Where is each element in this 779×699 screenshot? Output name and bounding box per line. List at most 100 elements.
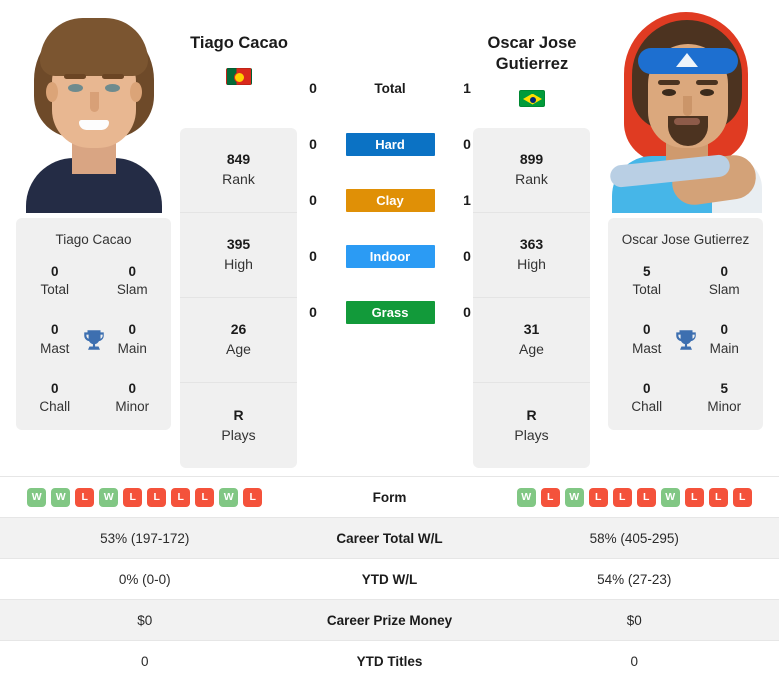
ytd-titles-label: YTD Titles — [356, 653, 423, 669]
left-player-titles-card: Tiago Cacao 0 Total 0 Slam 0 Mast 0 Main — [16, 218, 171, 431]
left-titles-grid: 0 Total 0 Slam 0 Mast 0 Main 0 Chall 0 M… — [16, 263, 171, 416]
form-badge-win: W — [660, 487, 680, 507]
right-stat-age: 31 Age — [473, 298, 590, 383]
left-stat-high: 395 High — [180, 213, 297, 298]
right-titles-chall-value: 0 — [642, 380, 651, 396]
h2h-hard-left: 0 — [309, 136, 317, 152]
right-age-value: 31 — [523, 321, 540, 338]
right-age-label: Age — [519, 341, 544, 357]
table-row: $0 Career Prize Money $0 — [0, 599, 779, 640]
right-plays-label: Plays — [514, 426, 549, 443]
left-plays-value: R — [233, 406, 244, 423]
left-age-label: Age — [226, 341, 251, 357]
left-high-value: 395 — [226, 236, 251, 253]
right-titles-slam-label: Slam — [708, 282, 740, 298]
player-comparison-page: Tiago Cacao Oscar Jose Gutierrez Tiago C… — [0, 0, 779, 699]
right-titles-chall: 0 Chall — [608, 380, 686, 416]
right-titles-minor-label: Minor — [707, 398, 742, 414]
h2h-clay-right: 1 — [463, 192, 471, 208]
career-total-wl-label: Career Total W/L — [336, 530, 443, 546]
right-rank-label: Rank — [515, 171, 548, 187]
brazil-flag-icon — [519, 90, 545, 107]
comparison-header: Tiago Cacao Oscar Jose Gutierrez Tiago C… — [0, 0, 779, 472]
h2h-total-label: Total — [374, 80, 406, 96]
h2h-indoor-right: 0 — [463, 248, 471, 264]
table-row: 0% (0-0) YTD W/L 54% (27-23) — [0, 558, 779, 599]
surface-badge-indoor[interactable]: Indoor — [345, 244, 435, 268]
portugal-flag-icon — [226, 68, 252, 85]
right-ytd-titles: 0 — [630, 653, 638, 669]
left-rank-value: 849 — [226, 151, 251, 168]
right-titles-total-value: 5 — [642, 263, 651, 279]
form-badge-loss: L — [540, 487, 560, 507]
right-high-label: High — [517, 256, 546, 272]
form-badge-loss: L — [612, 487, 632, 507]
form-badge-loss: L — [147, 487, 167, 507]
table-row-form: WWLWLLLLWL Form WLWLLLWLLL — [0, 476, 779, 517]
left-titles-minor-value: 0 — [128, 380, 136, 396]
right-titles-minor-value: 5 — [720, 380, 728, 396]
right-player-stats-card: 899 Rank 363 High 31 Age R Plays — [473, 128, 590, 468]
career-prize-money-label: Career Prize Money — [326, 612, 453, 628]
right-titles-total: 5 Total — [608, 263, 686, 299]
left-player-stats-card: 849 Rank 395 High 26 Age R Plays — [180, 128, 297, 468]
left-titles-slam: 0 Slam — [94, 263, 172, 299]
form-badge-win: W — [219, 487, 239, 507]
right-form-badges: WLWLLLWLLL — [516, 487, 752, 507]
h2h-grass-left: 0 — [309, 304, 317, 320]
h2h-hard-right: 0 — [463, 136, 471, 152]
left-high-label: High — [224, 256, 253, 272]
right-titles-chall-label: Chall — [631, 398, 663, 414]
surface-badge-clay[interactable]: Clay — [345, 188, 435, 212]
left-stat-age: 26 Age — [180, 298, 297, 383]
right-player-photo-column — [608, 8, 763, 213]
left-titles-total-value: 0 — [50, 263, 59, 279]
right-player-titles-card: Oscar Jose Gutierrez 5 Total 0 Slam 0 Ma… — [608, 218, 763, 431]
form-badge-loss: L — [123, 487, 143, 507]
left-titles-minor-label: Minor — [115, 398, 150, 414]
form-badge-loss: L — [243, 487, 263, 507]
h2h-row-total: 0 Total 1 — [300, 60, 480, 116]
head-to-head-column: 0 Total 1 0 Hard 0 0 Clay 1 0 Indoor 0 0 — [300, 60, 480, 340]
right-player-flag-holder — [472, 90, 592, 107]
left-titles-slam-label: Slam — [116, 282, 148, 298]
form-badge-win: W — [99, 487, 119, 507]
left-ytd-wl: 0% (0-0) — [118, 571, 171, 587]
left-stat-rank: 849 Rank — [180, 128, 297, 213]
h2h-row-hard: 0 Hard 0 — [300, 116, 480, 172]
left-rank-label: Rank — [222, 171, 255, 187]
left-player-name[interactable]: Tiago Cacao — [178, 33, 300, 54]
right-titles-slam-value: 0 — [720, 263, 728, 279]
right-stat-high: 363 High — [473, 213, 590, 298]
surface-badge-hard[interactable]: Hard — [345, 132, 435, 156]
left-player-flag-holder — [178, 68, 300, 85]
form-badge-win: W — [516, 487, 536, 507]
left-form-badges: WWLWLLLLWL — [27, 487, 263, 507]
right-form-cell: WLWLLLWLLL — [490, 487, 779, 507]
form-badge-loss: L — [75, 487, 95, 507]
left-titles-chall-label: Chall — [39, 398, 71, 414]
table-row: 53% (197-172) Career Total W/L 58% (405-… — [0, 517, 779, 558]
form-row-label: Form — [372, 489, 407, 505]
trophy-icon — [83, 329, 104, 350]
right-player-name[interactable]: Oscar Jose Gutierrez — [472, 33, 592, 76]
h2h-row-clay: 0 Clay 1 — [300, 172, 480, 228]
left-player-photo-column — [16, 8, 171, 213]
left-titles-total: 0 Total — [16, 263, 94, 299]
trophy-icon — [675, 329, 696, 350]
right-high-value: 363 — [519, 236, 544, 253]
right-stat-plays: R Plays — [473, 383, 590, 468]
right-player-photo — [608, 8, 763, 213]
h2h-clay-left: 0 — [309, 192, 317, 208]
left-titles-chall: 0 Chall — [16, 380, 94, 416]
left-titles-minor: 0 Minor — [94, 380, 172, 416]
right-titles-grid: 5 Total 0 Slam 0 Mast 0 Main 0 Chall 5 M… — [608, 263, 763, 416]
form-badge-win: W — [51, 487, 71, 507]
h2h-row-indoor: 0 Indoor 0 — [300, 228, 480, 284]
form-badge-loss: L — [732, 487, 752, 507]
left-titles-total-label: Total — [40, 282, 70, 298]
table-row: 0 YTD Titles 0 — [0, 640, 779, 681]
right-career-total-wl: 58% (405-295) — [589, 530, 679, 546]
surface-badge-grass[interactable]: Grass — [345, 300, 435, 324]
form-badge-loss: L — [588, 487, 608, 507]
